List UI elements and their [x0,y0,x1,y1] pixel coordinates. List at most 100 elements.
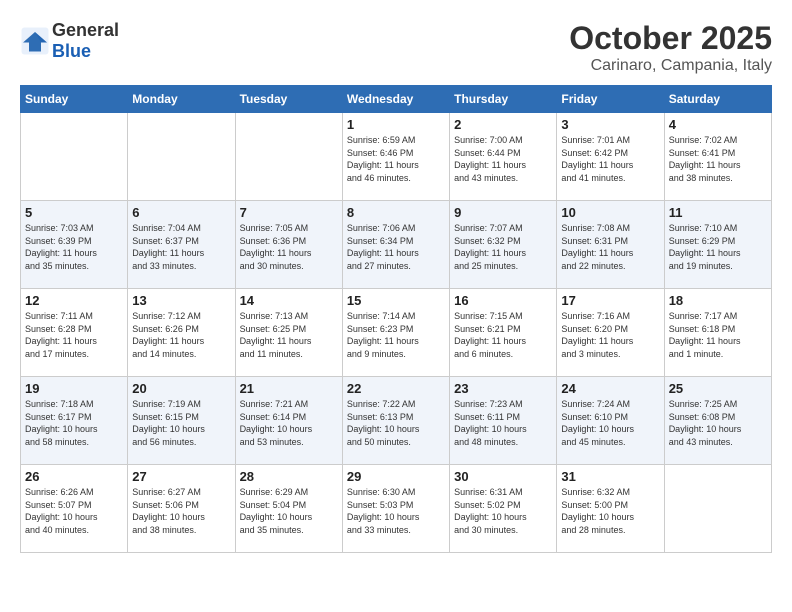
day-info: Sunrise: 7:17 AM Sunset: 6:18 PM Dayligh… [669,310,767,360]
calendar-cell: 21Sunrise: 7:21 AM Sunset: 6:14 PM Dayli… [235,377,342,465]
day-info: Sunrise: 6:32 AM Sunset: 5:00 PM Dayligh… [561,486,659,536]
calendar-cell: 31 Sunrise: 6:32 AM Sunset: 5:00 PM Dayli… [557,465,664,553]
page-header: General Blue October 2025 Carinaro, Camp… [20,20,772,75]
calendar-cell: 1Sunrise: 6:59 AM Sunset: 6:46 PM Daylig… [342,113,449,201]
day-number: 18 [669,293,767,308]
calendar-cell: 11Sunrise: 7:10 AM Sunset: 6:29 PM Dayli… [664,201,771,289]
day-info: Sunrise: 7:14 AM Sunset: 6:23 PM Dayligh… [347,310,445,360]
day-number: 21 [240,381,338,396]
day-info: Sunrise: 6:59 AM Sunset: 6:46 PM Dayligh… [347,134,445,184]
day-info: Sunrise: 7:02 AM Sunset: 6:41 PM Dayligh… [669,134,767,184]
day-number: 22 [347,381,445,396]
logo-text-blue: Blue [52,41,91,61]
location-subtitle: Carinaro, Campania, Italy [569,57,772,75]
day-info: Sunrise: 7:06 AM Sunset: 6:34 PM Dayligh… [347,222,445,272]
day-number: 19 [25,381,123,396]
calendar-cell: 23 Sunrise: 7:23 AM Sunset: 6:11 PM Dayli… [450,377,557,465]
day-number: 10 [561,205,659,220]
weekday-header-monday: Monday [128,86,235,113]
calendar-week-row: 5 Sunrise: 7:03 AM Sunset: 6:39 PM Daylig… [21,201,772,289]
day-info: Sunrise: 7:19 AM Sunset: 6:15 PM Dayligh… [132,398,230,448]
day-info: Sunrise: 7:11 AM Sunset: 6:28 PM Dayligh… [25,310,123,360]
day-info: Sunrise: 6:31 AM Sunset: 5:02 PM Dayligh… [454,486,552,536]
calendar-cell: 25Sunrise: 7:25 AM Sunset: 6:08 PM Dayli… [664,377,771,465]
day-number: 7 [240,205,338,220]
weekday-header-friday: Friday [557,86,664,113]
day-number: 20 [132,381,230,396]
calendar-cell: 9 Sunrise: 7:07 AM Sunset: 6:32 PM Daylig… [450,201,557,289]
day-number: 12 [25,293,123,308]
day-info: Sunrise: 7:00 AM Sunset: 6:44 PM Dayligh… [454,134,552,184]
day-number: 29 [347,469,445,484]
weekday-header-saturday: Saturday [664,86,771,113]
logo: General Blue [20,20,119,62]
day-info: Sunrise: 7:18 AM Sunset: 6:17 PM Dayligh… [25,398,123,448]
weekday-header-tuesday: Tuesday [235,86,342,113]
day-info: Sunrise: 7:07 AM Sunset: 6:32 PM Dayligh… [454,222,552,272]
day-number: 31 [561,469,659,484]
day-info: Sunrise: 7:13 AM Sunset: 6:25 PM Dayligh… [240,310,338,360]
day-number: 9 [454,205,552,220]
day-info: Sunrise: 7:04 AM Sunset: 6:37 PM Dayligh… [132,222,230,272]
calendar-cell: 4 Sunrise: 7:02 AM Sunset: 6:41 PM Daylig… [664,113,771,201]
calendar-cell: 12 Sunrise: 7:11 AM Sunset: 6:28 PM Dayli… [21,289,128,377]
calendar-cell: 19 Sunrise: 7:18 AM Sunset: 6:17 PM Dayli… [21,377,128,465]
calendar-cell: 2Sunrise: 7:00 AM Sunset: 6:44 PM Daylig… [450,113,557,201]
day-info: Sunrise: 6:27 AM Sunset: 5:06 PM Dayligh… [132,486,230,536]
day-number: 13 [132,293,230,308]
calendar-cell: 30Sunrise: 6:31 AM Sunset: 5:02 PM Dayli… [450,465,557,553]
calendar-cell [128,113,235,201]
weekday-header-sunday: Sunday [21,86,128,113]
calendar-cell: 3Sunrise: 7:01 AM Sunset: 6:42 PM Daylig… [557,113,664,201]
day-info: Sunrise: 7:16 AM Sunset: 6:20 PM Dayligh… [561,310,659,360]
calendar-week-row: 19 Sunrise: 7:18 AM Sunset: 6:17 PM Dayli… [21,377,772,465]
day-number: 6 [132,205,230,220]
day-info: Sunrise: 7:03 AM Sunset: 6:39 PM Dayligh… [25,222,123,272]
day-number: 28 [240,469,338,484]
calendar-cell: 17Sunrise: 7:16 AM Sunset: 6:20 PM Dayli… [557,289,664,377]
calendar-cell: 6 Sunrise: 7:04 AM Sunset: 6:37 PM Daylig… [128,201,235,289]
month-title: October 2025 [569,20,772,57]
calendar-cell: 13Sunrise: 7:12 AM Sunset: 6:26 PM Dayli… [128,289,235,377]
day-info: Sunrise: 7:22 AM Sunset: 6:13 PM Dayligh… [347,398,445,448]
day-info: Sunrise: 7:08 AM Sunset: 6:31 PM Dayligh… [561,222,659,272]
day-info: Sunrise: 7:01 AM Sunset: 6:42 PM Dayligh… [561,134,659,184]
calendar-cell: 28 Sunrise: 6:29 AM Sunset: 5:04 PM Dayli… [235,465,342,553]
calendar-cell: 15 Sunrise: 7:14 AM Sunset: 6:23 PM Dayli… [342,289,449,377]
day-info: Sunrise: 6:30 AM Sunset: 5:03 PM Dayligh… [347,486,445,536]
day-number: 4 [669,117,767,132]
calendar-table: SundayMondayTuesdayWednesdayThursdayFrid… [20,85,772,553]
calendar-cell: 14Sunrise: 7:13 AM Sunset: 6:25 PM Dayli… [235,289,342,377]
calendar-cell: 22 Sunrise: 7:22 AM Sunset: 6:13 PM Dayli… [342,377,449,465]
day-info: Sunrise: 7:23 AM Sunset: 6:11 PM Dayligh… [454,398,552,448]
calendar-cell [21,113,128,201]
calendar-cell: 16 Sunrise: 7:15 AM Sunset: 6:21 PM Dayli… [450,289,557,377]
day-number: 15 [347,293,445,308]
calendar-cell: 29 Sunrise: 6:30 AM Sunset: 5:03 PM Dayli… [342,465,449,553]
calendar-week-row: 1Sunrise: 6:59 AM Sunset: 6:46 PM Daylig… [21,113,772,201]
calendar-week-row: 26Sunrise: 6:26 AM Sunset: 5:07 PM Dayli… [21,465,772,553]
day-number: 5 [25,205,123,220]
day-number: 16 [454,293,552,308]
day-info: Sunrise: 7:24 AM Sunset: 6:10 PM Dayligh… [561,398,659,448]
calendar-cell: 24 Sunrise: 7:24 AM Sunset: 6:10 PM Dayli… [557,377,664,465]
calendar-cell [235,113,342,201]
day-number: 23 [454,381,552,396]
day-info: Sunrise: 7:15 AM Sunset: 6:21 PM Dayligh… [454,310,552,360]
day-number: 24 [561,381,659,396]
day-info: Sunrise: 7:10 AM Sunset: 6:29 PM Dayligh… [669,222,767,272]
calendar-cell: 7Sunrise: 7:05 AM Sunset: 6:36 PM Daylig… [235,201,342,289]
day-number: 27 [132,469,230,484]
calendar-cell: 5 Sunrise: 7:03 AM Sunset: 6:39 PM Daylig… [21,201,128,289]
day-info: Sunrise: 6:29 AM Sunset: 5:04 PM Dayligh… [240,486,338,536]
weekday-header-wednesday: Wednesday [342,86,449,113]
weekday-header-thursday: Thursday [450,86,557,113]
day-number: 8 [347,205,445,220]
calendar-cell: 27 Sunrise: 6:27 AM Sunset: 5:06 PM Dayli… [128,465,235,553]
calendar-header-row: SundayMondayTuesdayWednesdayThursdayFrid… [21,86,772,113]
calendar-week-row: 12 Sunrise: 7:11 AM Sunset: 6:28 PM Dayli… [21,289,772,377]
calendar-cell: 10 Sunrise: 7:08 AM Sunset: 6:31 PM Dayli… [557,201,664,289]
calendar-cell: 18 Sunrise: 7:17 AM Sunset: 6:18 PM Dayli… [664,289,771,377]
calendar-cell: 8 Sunrise: 7:06 AM Sunset: 6:34 PM Daylig… [342,201,449,289]
day-info: Sunrise: 7:25 AM Sunset: 6:08 PM Dayligh… [669,398,767,448]
